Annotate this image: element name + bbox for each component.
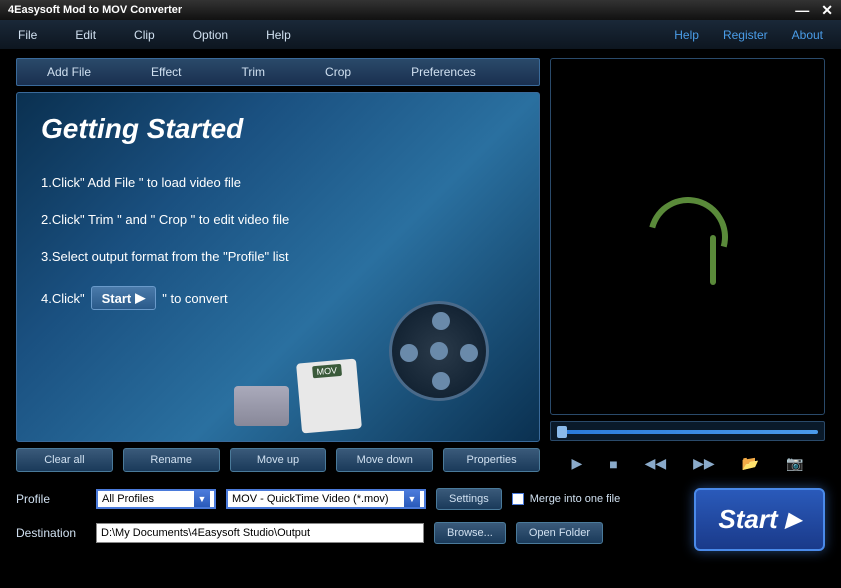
mov-badge: MOV: [312, 364, 341, 378]
merge-checkbox-wrap[interactable]: Merge into one file: [512, 493, 621, 505]
toolbar-crop[interactable]: Crop: [295, 65, 381, 79]
profile-row: Profile All Profiles ▼ MOV - QuickTime V…: [16, 488, 682, 510]
menu-file[interactable]: File: [18, 28, 37, 42]
start-inline-label: Start: [102, 291, 132, 306]
player-controls: ▶ ■ ◀◀ ▶▶ 📂 📷: [550, 455, 825, 472]
destination-row: Destination Browse... Open Folder: [16, 522, 682, 544]
chevron-down-icon: ▼: [404, 491, 420, 507]
start-button[interactable]: Start ▶: [694, 488, 825, 551]
menu-edit[interactable]: Edit: [75, 28, 96, 42]
timeline-handle[interactable]: [557, 426, 567, 438]
step-4-suffix: " to convert: [162, 291, 227, 306]
start-label: Start: [718, 504, 777, 535]
properties-button[interactable]: Properties: [443, 448, 540, 472]
timeline-slider[interactable]: [550, 421, 825, 441]
link-help[interactable]: Help: [674, 28, 699, 42]
content-area: Getting Started 1.Click" Add File " to l…: [16, 92, 540, 442]
profile-category-select[interactable]: All Profiles ▼: [96, 489, 216, 509]
profile-format-value: MOV - QuickTime Video (*.mov): [232, 493, 388, 505]
toolbar: Add File Effect Trim Crop Preferences: [16, 58, 540, 86]
merge-checkbox[interactable]: [512, 493, 524, 505]
minimize-icon[interactable]: —: [795, 2, 809, 19]
step-1: 1.Click" Add File " to load video file: [41, 175, 515, 190]
preview-area: [550, 58, 825, 415]
play-icon[interactable]: ▶: [571, 455, 582, 472]
main-area: Add File Effect Trim Crop Preferences Ge…: [0, 50, 841, 480]
mov-file-icon: MOV: [296, 359, 362, 434]
start-inline-button[interactable]: Start ▶: [91, 286, 157, 310]
rewind-icon[interactable]: ◀◀: [645, 455, 667, 472]
open-icon[interactable]: 📂: [742, 455, 759, 472]
toolbar-effect[interactable]: Effect: [121, 65, 211, 79]
profile-format-select[interactable]: MOV - QuickTime Video (*.mov) ▼: [226, 489, 426, 509]
stop-icon[interactable]: ■: [609, 456, 617, 472]
play-icon: ▶: [786, 507, 801, 532]
destination-input[interactable]: [96, 523, 424, 543]
left-panel: Add File Effect Trim Crop Preferences Ge…: [16, 58, 540, 472]
snapshot-icon[interactable]: 📷: [786, 455, 803, 472]
destination-label: Destination: [16, 526, 86, 540]
clear-all-button[interactable]: Clear all: [16, 448, 113, 472]
menu-help[interactable]: Help: [266, 28, 291, 42]
play-icon: ▶: [135, 290, 145, 306]
step-2: 2.Click" Trim " and " Crop " to edit vid…: [41, 212, 515, 227]
menu-right: Help Register About: [674, 28, 823, 42]
list-buttons: Clear all Rename Move up Move down Prope…: [16, 448, 540, 472]
profile-label: Profile: [16, 492, 86, 506]
move-down-button[interactable]: Move down: [336, 448, 433, 472]
film-reel-icon: [389, 301, 509, 421]
camcorder-icon: [234, 386, 289, 426]
toolbar-preferences[interactable]: Preferences: [381, 65, 506, 79]
menu-option[interactable]: Option: [193, 28, 228, 42]
toolbar-add-file[interactable]: Add File: [17, 65, 121, 79]
step-3: 3.Select output format from the "Profile…: [41, 249, 515, 264]
move-up-button[interactable]: Move up: [230, 448, 327, 472]
settings-button[interactable]: Settings: [436, 488, 502, 510]
window-controls: — ✕: [795, 2, 833, 19]
close-icon[interactable]: ✕: [821, 2, 833, 19]
step-4-prefix: 4.Click": [41, 291, 85, 306]
rename-button[interactable]: Rename: [123, 448, 220, 472]
titlebar: 4Easysoft Mod to MOV Converter — ✕: [0, 0, 841, 20]
open-folder-button[interactable]: Open Folder: [516, 522, 603, 544]
bottom-left: Profile All Profiles ▼ MOV - QuickTime V…: [16, 488, 682, 556]
right-panel: ▶ ■ ◀◀ ▶▶ 📂 📷: [550, 58, 825, 472]
toolbar-trim[interactable]: Trim: [212, 65, 296, 79]
menubar: File Edit Clip Option Help Help Register…: [0, 20, 841, 50]
browse-button[interactable]: Browse...: [434, 522, 506, 544]
getting-started-title: Getting Started: [41, 113, 515, 145]
merge-label: Merge into one file: [530, 493, 621, 505]
chevron-down-icon: ▼: [194, 491, 210, 507]
app-title: 4Easysoft Mod to MOV Converter: [8, 4, 182, 16]
logo-icon: [638, 187, 738, 287]
forward-icon[interactable]: ▶▶: [693, 455, 715, 472]
menu-left: File Edit Clip Option Help: [18, 28, 291, 42]
profile-category-value: All Profiles: [102, 493, 154, 505]
link-about[interactable]: About: [792, 28, 823, 42]
link-register[interactable]: Register: [723, 28, 768, 42]
menu-clip[interactable]: Clip: [134, 28, 155, 42]
bottom-panel: Profile All Profiles ▼ MOV - QuickTime V…: [0, 480, 841, 564]
